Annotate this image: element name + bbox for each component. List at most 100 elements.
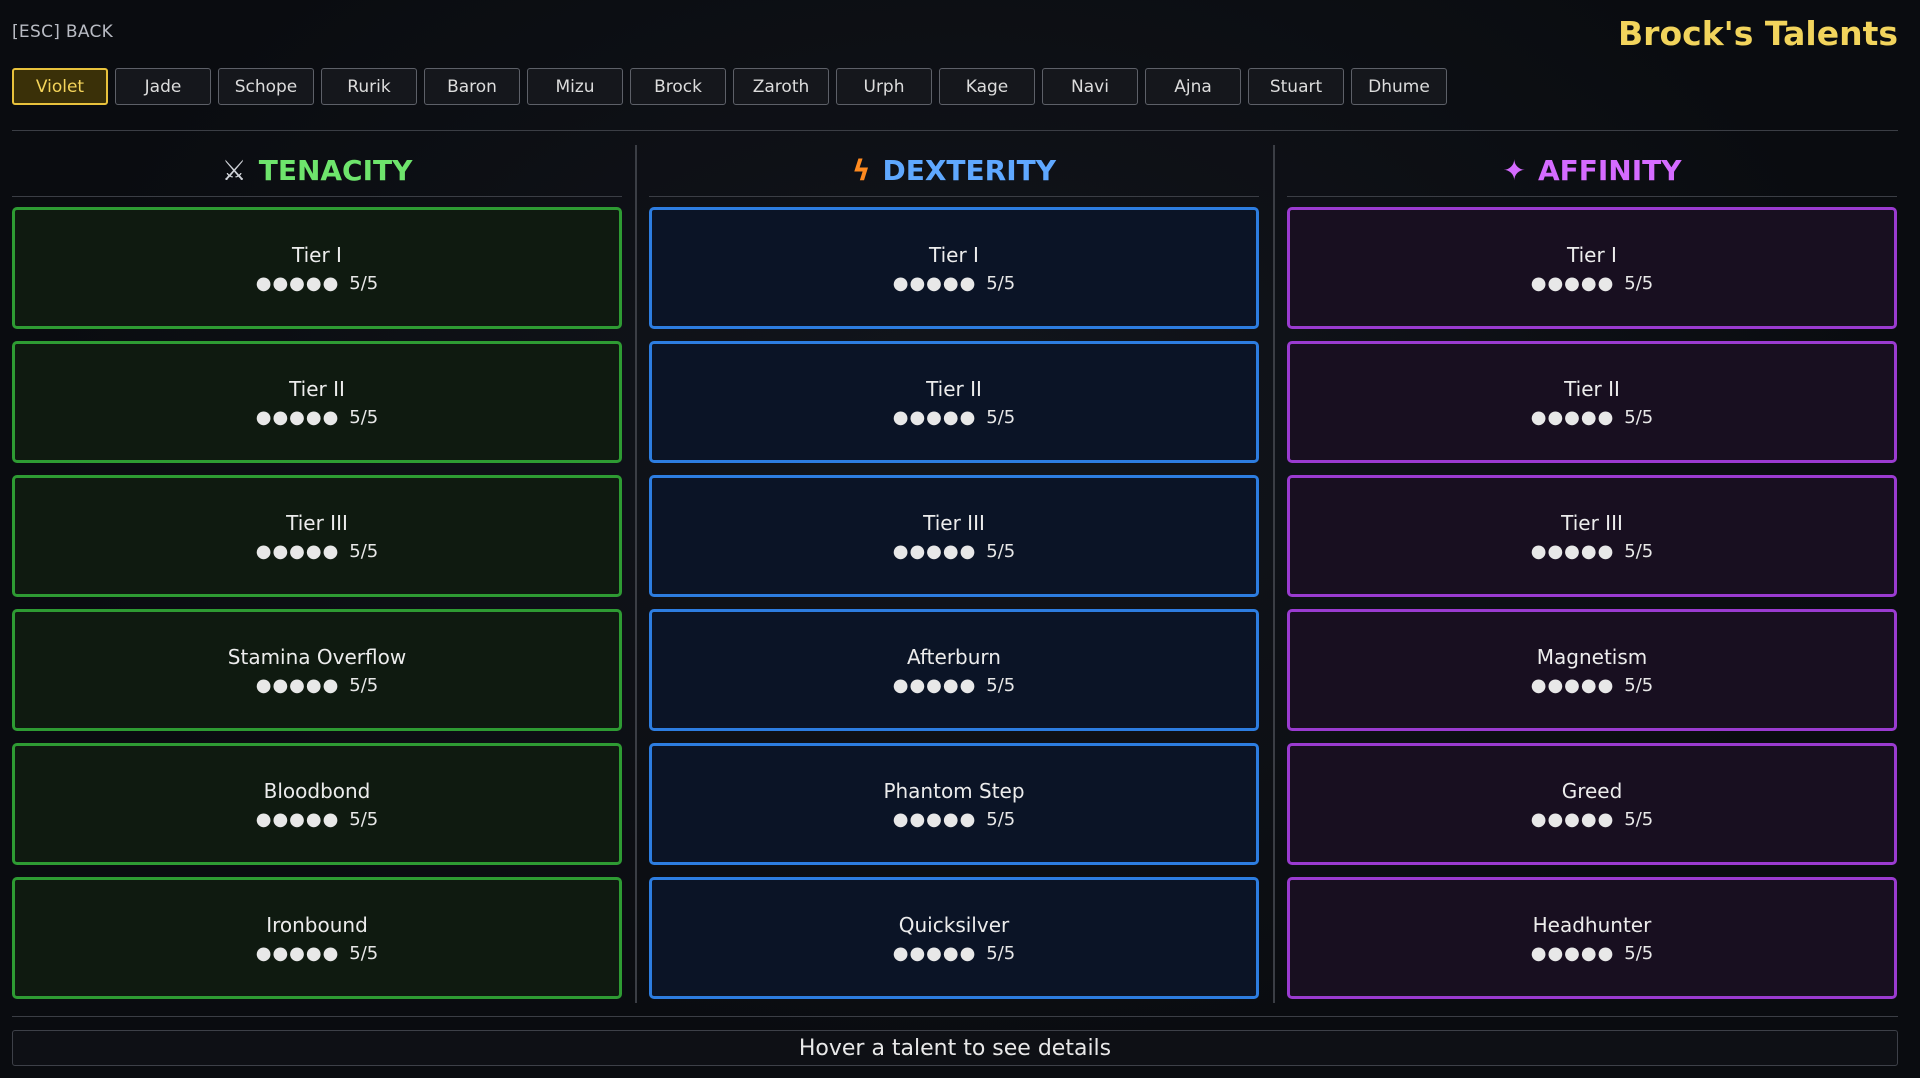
rank-value: 5/5 — [986, 540, 1016, 562]
talent-card-afterburn[interactable]: Afterburn ●●●●● 5/5 — [649, 609, 1259, 731]
talent-card-tier-ii[interactable]: Tier II ●●●●● 5/5 — [649, 341, 1259, 463]
rank-value: 5/5 — [1624, 272, 1654, 294]
talent-name: Greed — [1561, 778, 1623, 803]
rank-value: 5/5 — [1624, 674, 1654, 696]
rank-value: 5/5 — [349, 272, 379, 294]
character-tab-dhume[interactable]: Dhume — [1351, 68, 1447, 105]
talent-name: Headhunter — [1532, 912, 1652, 937]
character-tab-navi[interactable]: Navi — [1042, 68, 1138, 105]
character-tab-violet[interactable]: Violet — [12, 68, 108, 105]
affinity-header: ✦ AFFINITY — [1287, 145, 1897, 197]
character-tab-zaroth[interactable]: Zaroth — [733, 68, 829, 105]
talent-name: Ironbound — [266, 912, 368, 937]
rank-dots: ●●●●● — [1530, 942, 1615, 964]
talent-card-tier-i[interactable]: Tier I ●●●●● 5/5 — [1287, 207, 1897, 329]
talent-card-tier-ii[interactable]: Tier II ●●●●● 5/5 — [12, 341, 622, 463]
character-tab-kage[interactable]: Kage — [939, 68, 1035, 105]
character-tab-ajna[interactable]: Ajna — [1145, 68, 1241, 105]
character-tab-mizu[interactable]: Mizu — [527, 68, 623, 105]
dexterity-header: ϟ DEXTERITY — [649, 145, 1259, 197]
character-tab-rurik[interactable]: Rurik — [321, 68, 417, 105]
talent-name: Tier I — [292, 242, 342, 267]
rank-value: 5/5 — [349, 406, 379, 428]
rank-dots: ●●●●● — [892, 406, 977, 428]
page-title: Brock's Talents — [1618, 14, 1898, 53]
talent-name: Tier II — [1564, 376, 1620, 401]
rank-dots: ●●●●● — [892, 272, 977, 294]
rank-dots: ●●●●● — [255, 674, 340, 696]
rank-dots: ●●●●● — [1530, 272, 1615, 294]
character-tab-baron[interactable]: Baron — [424, 68, 520, 105]
column-divider — [635, 145, 637, 1003]
talent-card-tier-iii[interactable]: Tier III ●●●●● 5/5 — [649, 475, 1259, 597]
talent-screen: [ESC] BACK Brock's Talents Violet Jade S… — [0, 0, 1920, 1078]
rank-dots: ●●●●● — [255, 808, 340, 830]
lightning-bolt-icon: ϟ — [851, 153, 871, 187]
talent-card-tier-ii[interactable]: Tier II ●●●●● 5/5 — [1287, 341, 1897, 463]
rank-dots: ●●●●● — [255, 272, 340, 294]
character-tab-jade[interactable]: Jade — [115, 68, 211, 105]
crossed-swords-icon: ⚔ — [221, 153, 247, 187]
talent-detail-bar: Hover a talent to see details — [12, 1030, 1898, 1066]
talent-name: Tier III — [923, 510, 985, 535]
rank-dots: ●●●●● — [1530, 674, 1615, 696]
talent-name: Phantom Step — [883, 778, 1025, 803]
talent-card-magnetism[interactable]: Magnetism ●●●●● 5/5 — [1287, 609, 1897, 731]
column-divider — [1273, 145, 1275, 1003]
rank-value: 5/5 — [986, 942, 1016, 964]
rank-value: 5/5 — [349, 942, 379, 964]
talent-name: Magnetism — [1536, 644, 1648, 669]
talent-card-headhunter[interactable]: Headhunter ●●●●● 5/5 — [1287, 877, 1897, 999]
sparkle-icon: ✦ — [1502, 153, 1526, 187]
talent-card-ironbound[interactable]: Ironbound ●●●●● 5/5 — [12, 877, 622, 999]
rank-dots: ●●●●● — [892, 808, 977, 830]
talent-card-quicksilver[interactable]: Quicksilver ●●●●● 5/5 — [649, 877, 1259, 999]
character-tab-stuart[interactable]: Stuart — [1248, 68, 1344, 105]
rank-dots: ●●●●● — [892, 942, 977, 964]
talent-card-tier-i[interactable]: Tier I ●●●●● 5/5 — [649, 207, 1259, 329]
talent-card-greed[interactable]: Greed ●●●●● 5/5 — [1287, 743, 1897, 865]
rank-value: 5/5 — [986, 272, 1016, 294]
talent-name: Tier III — [1561, 510, 1623, 535]
talent-name: Afterburn — [907, 644, 1001, 669]
talent-name: Bloodbond — [263, 778, 371, 803]
rank-value: 5/5 — [986, 808, 1016, 830]
talent-name: Tier I — [929, 242, 979, 267]
rank-value: 5/5 — [1624, 808, 1654, 830]
talent-name: Quicksilver — [898, 912, 1010, 937]
dexterity-column: ϟ DEXTERITY Tier I ●●●●● 5/5 Tier II ●●●●… — [649, 145, 1259, 999]
tenacity-column: ⚔ TENACITY Tier I ●●●●● 5/5 Tier II ●●●●●… — [12, 145, 622, 999]
rank-dots: ●●●●● — [255, 942, 340, 964]
talent-card-tier-iii[interactable]: Tier III ●●●●● 5/5 — [1287, 475, 1897, 597]
rank-value: 5/5 — [1624, 406, 1654, 428]
talent-card-tier-i[interactable]: Tier I ●●●●● 5/5 — [12, 207, 622, 329]
rank-value: 5/5 — [349, 540, 379, 562]
rank-value: 5/5 — [986, 674, 1016, 696]
rank-dots: ●●●●● — [1530, 540, 1615, 562]
rank-dots: ●●●●● — [255, 406, 340, 428]
back-button[interactable]: [ESC] BACK — [12, 22, 113, 42]
talent-card-phantom-step[interactable]: Phantom Step ●●●●● 5/5 — [649, 743, 1259, 865]
character-tabs: Violet Jade Schope Rurik Baron Mizu Broc… — [12, 68, 1447, 105]
talent-card-tier-iii[interactable]: Tier III ●●●●● 5/5 — [12, 475, 622, 597]
affinity-column: ✦ AFFINITY Tier I ●●●●● 5/5 Tier II ●●●●●… — [1287, 145, 1897, 999]
tenacity-title: TENACITY — [258, 154, 413, 187]
talent-name: Tier II — [289, 376, 345, 401]
rank-value: 5/5 — [349, 808, 379, 830]
talent-name: Tier II — [926, 376, 982, 401]
character-tab-urph[interactable]: Urph — [836, 68, 932, 105]
rank-value: 5/5 — [1624, 942, 1654, 964]
talent-card-stamina-overflow[interactable]: Stamina Overflow ●●●●● 5/5 — [12, 609, 622, 731]
rank-value: 5/5 — [986, 406, 1016, 428]
talent-name: Tier I — [1567, 242, 1617, 267]
rank-dots: ●●●●● — [892, 540, 977, 562]
rank-dots: ●●●●● — [255, 540, 340, 562]
character-tab-schope[interactable]: Schope — [218, 68, 314, 105]
talent-card-bloodbond[interactable]: Bloodbond ●●●●● 5/5 — [12, 743, 622, 865]
affinity-title: AFFINITY — [1537, 154, 1682, 187]
bottom-divider — [12, 1016, 1898, 1017]
tenacity-header: ⚔ TENACITY — [12, 145, 622, 197]
character-tab-brock[interactable]: Brock — [630, 68, 726, 105]
rank-dots: ●●●●● — [1530, 808, 1615, 830]
rank-dots: ●●●●● — [1530, 406, 1615, 428]
